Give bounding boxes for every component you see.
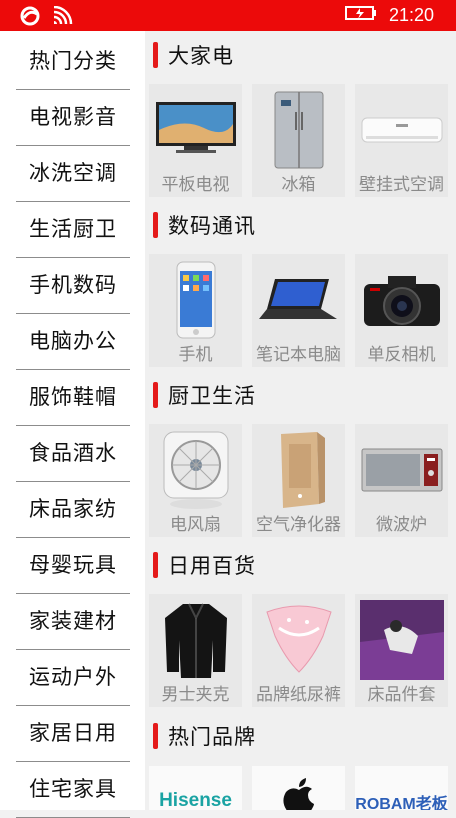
category-content: 大家电 平板电视 冰箱 壁挂式空调 数码通讯 手机 笔记本电脑 单反相机 厨卫生… (145, 31, 456, 810)
section-title-text: 日用百货 (168, 554, 256, 578)
sidebar-item-sports-outdoor[interactable]: 运动户外 (16, 650, 130, 706)
section-title-text: 大家电 (168, 44, 234, 68)
section-accent-bar (153, 552, 158, 578)
product-card-air-purifier[interactable]: 空气净化器 (252, 424, 345, 537)
sidebar-item-kitchen[interactable]: 生活厨卫 (16, 202, 130, 258)
jacket-image (153, 600, 238, 680)
product-label: 电风扇 (170, 515, 221, 535)
product-label: 男士夹克 (161, 685, 230, 705)
notification-swirl-icon (18, 6, 42, 30)
sidebar-item-tv-audio[interactable]: 电视影音 (16, 90, 130, 146)
section-title-text: 厨卫生活 (168, 384, 256, 408)
product-label: 冰箱 (281, 175, 316, 195)
sidebar-item-apparel[interactable]: 服饰鞋帽 (16, 370, 130, 426)
product-label: 微波炉 (376, 515, 427, 535)
product-card-jacket[interactable]: 男士夹克 (149, 594, 242, 707)
sidebar-item-household[interactable]: 家居日用 (16, 706, 130, 762)
battery-charging-icon (344, 4, 377, 26)
product-card-microwave[interactable]: 微波炉 (355, 424, 448, 537)
sidebar-item-food-drinks[interactable]: 食品酒水 (16, 426, 130, 482)
section-title-text: 数码通讯 (168, 214, 256, 238)
product-card-flat-tv[interactable]: 平板电视 (149, 84, 242, 197)
air-conditioner-image (359, 90, 444, 170)
section-title: 大家电 (153, 40, 234, 70)
diaper-image (256, 600, 341, 680)
product-label: 单反相机 (367, 345, 436, 365)
dslr-camera-image (359, 260, 444, 340)
sidebar-item-computer-office[interactable]: 电脑办公 (16, 314, 130, 370)
refrigerator-image (256, 90, 341, 170)
status-bar: 21:20 (0, 0, 456, 31)
product-label: 空气净化器 (256, 515, 341, 535)
section-title: 数码通讯 (153, 210, 256, 240)
apple-logo (282, 776, 316, 810)
section-title: 厨卫生活 (153, 380, 256, 410)
sidebar-item-baby-toys[interactable]: 母婴玩具 (16, 538, 130, 594)
brand-card-robam[interactable]: ROBAM老板 (355, 766, 448, 810)
category-sidebar: 热门分类 电视影音 冰洗空调 生活厨卫 手机数码 电脑办公 服饰鞋帽 食品酒水 … (0, 31, 145, 818)
product-card-air-conditioner[interactable]: 壁挂式空调 (355, 84, 448, 197)
product-label: 壁挂式空调 (359, 175, 444, 195)
bedding-image (359, 600, 444, 680)
product-label: 平板电视 (161, 175, 230, 195)
sidebar-item-bedding[interactable]: 床品家纺 (16, 482, 130, 538)
product-card-diaper[interactable]: 品牌纸尿裤 (252, 594, 345, 707)
product-card-laptop[interactable]: 笔记本电脑 (252, 254, 345, 367)
smartphone-image (153, 260, 238, 340)
section-accent-bar (153, 723, 158, 749)
section-title: 日用百货 (153, 550, 256, 580)
section-accent-bar (153, 212, 158, 238)
section-title: 热门品牌 (153, 721, 256, 751)
product-card-electric-fan[interactable]: 电风扇 (149, 424, 242, 537)
laptop-image (256, 260, 341, 340)
air-purifier-image (256, 430, 341, 510)
brand-card-apple[interactable] (252, 766, 345, 810)
section-accent-bar (153, 42, 158, 68)
product-card-refrigerator[interactable]: 冰箱 (252, 84, 345, 197)
product-label: 笔记本电脑 (256, 345, 341, 365)
flat-tv-image (153, 90, 238, 170)
sidebar-item-appliances[interactable]: 冰洗空调 (16, 146, 130, 202)
wifi-icon (52, 5, 74, 30)
sidebar-item-home-building[interactable]: 家装建材 (16, 594, 130, 650)
section-title-text: 热门品牌 (168, 725, 256, 749)
clock: 21:20 (388, 4, 434, 25)
section-accent-bar (153, 382, 158, 408)
brand-card-hisense[interactable]: Hisense (149, 766, 242, 810)
product-label: 品牌纸尿裤 (256, 685, 341, 705)
sidebar-item-mobile-digital[interactable]: 手机数码 (16, 258, 130, 314)
product-label: 床品件套 (367, 685, 436, 705)
microwave-image (359, 430, 444, 510)
sidebar-item-hot[interactable]: 热门分类 (16, 34, 130, 90)
product-label: 手机 (178, 345, 213, 365)
electric-fan-image (153, 430, 238, 510)
hisense-logo: Hisense (159, 790, 232, 810)
product-card-bedding[interactable]: 床品件套 (355, 594, 448, 707)
product-card-smartphone[interactable]: 手机 (149, 254, 242, 367)
product-card-dslr-camera[interactable]: 单反相机 (355, 254, 448, 367)
robam-logo: ROBAM老板 (355, 796, 448, 810)
